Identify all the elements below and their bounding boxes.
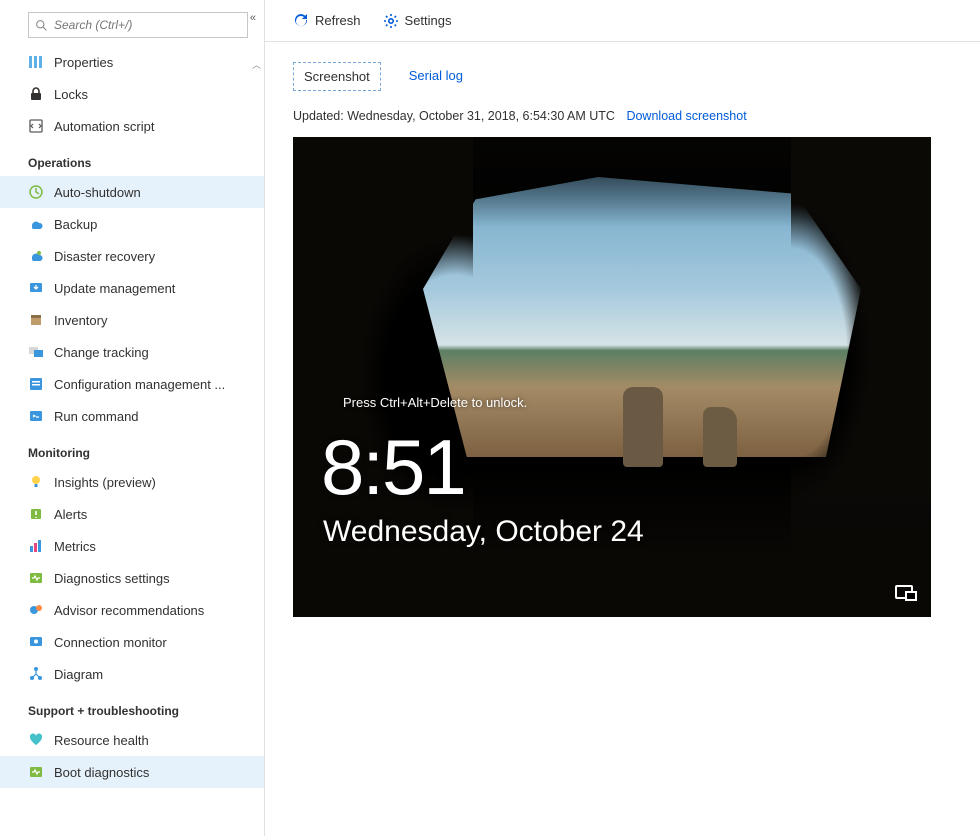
script-icon: [28, 118, 44, 134]
lockscreen-hint: Press Ctrl+Alt+Delete to unlock.: [343, 395, 527, 410]
tab-serial-log[interactable]: Serial log: [399, 62, 473, 91]
nav-item-backup[interactable]: Backup: [0, 208, 264, 240]
nav-label: Resource health: [54, 733, 149, 748]
connection-monitor-icon: [28, 634, 44, 650]
nav-label: Properties: [54, 55, 113, 70]
refresh-button[interactable]: Refresh: [293, 13, 361, 29]
section-header-monitoring: Monitoring: [0, 432, 264, 466]
download-screenshot-link[interactable]: Download screenshot: [626, 109, 746, 123]
boot-diagnostics-icon: [28, 764, 44, 780]
nav-item-automation-script[interactable]: Automation script: [0, 110, 264, 142]
advisor-icon: [28, 602, 44, 618]
nav-item-connection-monitor[interactable]: Connection monitor: [0, 626, 264, 658]
nav-label: Run command: [54, 409, 139, 424]
nav-label: Boot diagnostics: [54, 765, 149, 780]
nav-item-insights[interactable]: Insights (preview): [0, 466, 264, 498]
nav-item-inventory[interactable]: Inventory: [0, 304, 264, 336]
tabs: Screenshot Serial log: [293, 62, 952, 91]
insights-icon: [28, 474, 44, 490]
alerts-icon: [28, 506, 44, 522]
nav-label: Update management: [54, 281, 175, 296]
diagnostics-settings-icon: [28, 570, 44, 586]
search-input[interactable]: [54, 18, 241, 32]
metrics-icon: [28, 538, 44, 554]
nav-item-disaster-recovery[interactable]: Disaster recovery: [0, 240, 264, 272]
nav-label: Change tracking: [54, 345, 149, 360]
nav-item-properties[interactable]: Properties: [0, 46, 264, 78]
search-icon: [35, 19, 48, 32]
sidebar: « ︿ Properties Locks Automation script O…: [0, 0, 265, 836]
updated-prefix: Updated:: [293, 109, 347, 123]
search-container: [0, 0, 264, 46]
screenshot-rock: [703, 407, 737, 467]
screenshot-rock: [623, 387, 663, 467]
section-header-support: Support + troubleshooting: [0, 690, 264, 724]
nav-item-boot-diagnostics[interactable]: Boot diagnostics: [0, 756, 264, 788]
clock-icon: [28, 184, 44, 200]
nav-label: Metrics: [54, 539, 96, 554]
section-header-operations: Operations: [0, 142, 264, 176]
lockscreen-time: 8:51: [321, 422, 465, 513]
nav-item-run-command[interactable]: Run command: [0, 400, 264, 432]
lock-icon: [28, 86, 44, 102]
tab-screenshot[interactable]: Screenshot: [293, 62, 381, 91]
nav-item-alerts[interactable]: Alerts: [0, 498, 264, 530]
updated-timestamp: Wednesday, October 31, 2018, 6:54:30 AM …: [347, 109, 615, 123]
nav-label: Disaster recovery: [54, 249, 155, 264]
diagram-icon: [28, 666, 44, 682]
settings-label: Settings: [405, 13, 452, 28]
nav-label: Diagram: [54, 667, 103, 682]
scroll-up-icon[interactable]: ︿: [252, 58, 261, 71]
nav-item-diagnostics-settings[interactable]: Diagnostics settings: [0, 562, 264, 594]
nav-item-diagram[interactable]: Diagram: [0, 658, 264, 690]
gear-icon: [383, 13, 399, 29]
config-icon: [28, 376, 44, 392]
nav-label: Inventory: [54, 313, 107, 328]
change-tracking-icon: [28, 344, 44, 360]
lockscreen-date: Wednesday, October 24: [323, 515, 644, 549]
nav-item-locks[interactable]: Locks: [0, 78, 264, 110]
inventory-icon: [28, 312, 44, 328]
nav-item-update-management[interactable]: Update management: [0, 272, 264, 304]
updated-row: Updated: Wednesday, October 31, 2018, 6:…: [293, 109, 952, 123]
nav-item-configuration-management[interactable]: Configuration management ...: [0, 368, 264, 400]
disaster-recovery-icon: [28, 248, 44, 264]
nav-label: Automation script: [54, 119, 154, 134]
backup-icon: [28, 216, 44, 232]
toolbar: Refresh Settings: [265, 0, 980, 42]
properties-icon: [28, 54, 44, 70]
nav-label: Configuration management ...: [54, 377, 225, 392]
resource-health-icon: [28, 732, 44, 748]
update-icon: [28, 280, 44, 296]
nav-item-advisor[interactable]: Advisor recommendations: [0, 594, 264, 626]
nav-label: Advisor recommendations: [54, 603, 204, 618]
settings-button[interactable]: Settings: [383, 13, 452, 29]
nav-label: Insights (preview): [54, 475, 156, 490]
nav-item-auto-shutdown[interactable]: Auto-shutdown: [0, 176, 264, 208]
nav-label: Auto-shutdown: [54, 185, 141, 200]
network-icon: [895, 585, 913, 599]
nav-item-change-tracking[interactable]: Change tracking: [0, 336, 264, 368]
nav-label: Connection monitor: [54, 635, 167, 650]
nav-item-metrics[interactable]: Metrics: [0, 530, 264, 562]
nav-list: Properties Locks Automation script Opera…: [0, 46, 264, 836]
refresh-icon: [293, 13, 309, 29]
nav-item-resource-health[interactable]: Resource health: [0, 724, 264, 756]
main-panel: Refresh Settings Screenshot Serial log U…: [265, 0, 980, 836]
refresh-label: Refresh: [315, 13, 361, 28]
nav-label: Diagnostics settings: [54, 571, 170, 586]
search-box[interactable]: [28, 12, 248, 38]
nav-label: Alerts: [54, 507, 87, 522]
content-area: Screenshot Serial log Updated: Wednesday…: [265, 42, 980, 637]
run-command-icon: [28, 408, 44, 424]
collapse-sidebar-icon[interactable]: «: [250, 12, 256, 24]
nav-label: Backup: [54, 217, 97, 232]
nav-label: Locks: [54, 87, 88, 102]
vm-screenshot: Press Ctrl+Alt+Delete to unlock. 8:51 We…: [293, 137, 931, 617]
